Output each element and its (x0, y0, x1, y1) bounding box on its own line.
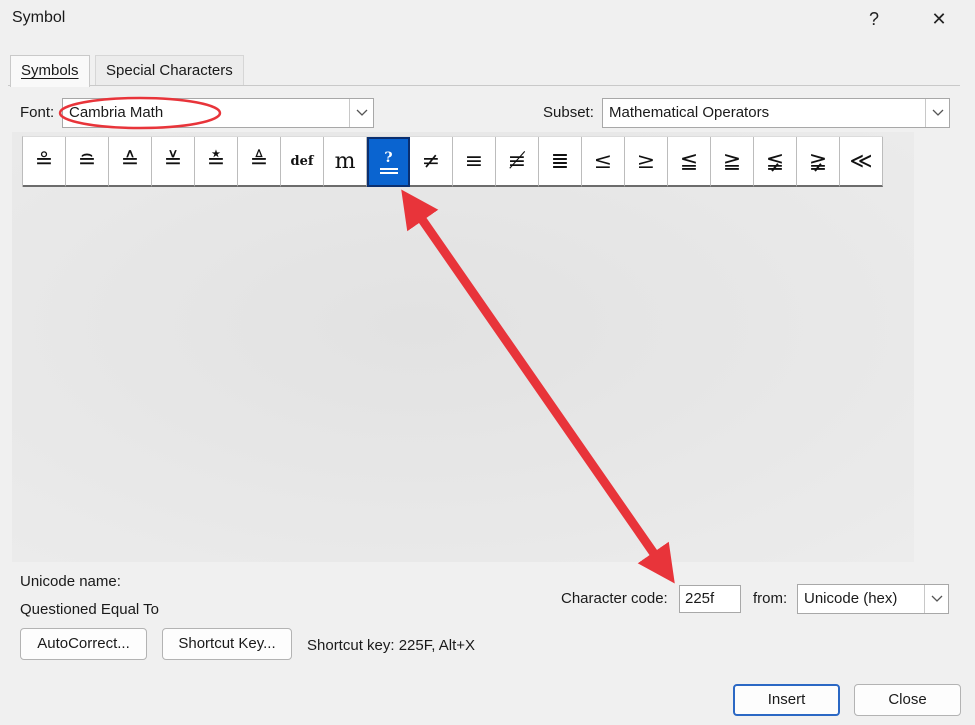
symbol-cell[interactable]: ≡ (453, 137, 496, 187)
font-label: Font: (20, 104, 55, 121)
symbol-cell[interactable]: m (324, 137, 367, 187)
character-code-input[interactable]: 225f (679, 585, 741, 613)
symbol-cell[interactable]: ≢ (496, 137, 539, 187)
font-select-value: Cambria Math (69, 104, 164, 121)
symbol-cell[interactable]: ≚ (152, 137, 195, 187)
symbol-cell[interactable]: ≗ (23, 137, 66, 187)
tab-symbols-label: Symbols (21, 62, 79, 79)
shortcut-key-text: Shortcut key: 225F, Alt+X (307, 637, 476, 654)
character-code-label: Character code: (561, 590, 668, 607)
autocorrect-button[interactable]: AutoCorrect... (20, 628, 147, 660)
symbol-cell[interactable]: ≤ (582, 137, 625, 187)
subset-select-value: Mathematical Operators (609, 104, 770, 121)
symbol-cell[interactable]: ≛ (195, 137, 238, 187)
chevron-down-icon[interactable] (349, 99, 373, 127)
symbol-cell[interactable]: ≜ (238, 137, 281, 187)
symbol-cell[interactable]: ≙ (109, 137, 152, 187)
from-select[interactable]: Unicode (hex) (797, 584, 949, 614)
symbol-cell[interactable]: ≠ (410, 137, 453, 187)
close-window-button[interactable]: ✕ (922, 6, 956, 32)
symbol-grid-row[interactable]: ≗ ≘ ≙ ≚ ≛ ≜ def m? ≠ ≡ ≢ ≣ ≤ ≥ ≦ ≧ ≨ ≩ ≪ (22, 136, 883, 187)
symbol-cell[interactable]: ≩ (797, 137, 840, 187)
close-button[interactable]: Close (854, 684, 961, 716)
subset-label: Subset: (543, 104, 594, 121)
symbol-cell[interactable]: def (281, 137, 324, 187)
help-button[interactable]: ? (857, 6, 891, 32)
from-label: from: (753, 590, 788, 607)
symbol-cell[interactable]: ≧ (711, 137, 754, 187)
chevron-down-icon[interactable] (924, 585, 948, 613)
selected-symbol-equals (379, 167, 398, 174)
unicode-name-label: Unicode name: (20, 573, 121, 590)
shortcut-key-button[interactable]: Shortcut Key... (162, 628, 292, 660)
symbol-cell[interactable]: ≨ (754, 137, 797, 187)
symbol-cell[interactable]: ≘ (66, 137, 109, 187)
tab-symbols[interactable]: Symbols (10, 55, 90, 87)
symbol-cell-selected[interactable]: ? (367, 137, 410, 187)
from-select-value: Unicode (hex) (804, 590, 898, 607)
subset-select[interactable]: Mathematical Operators (602, 98, 950, 128)
symbol-cell[interactable]: ≪ (840, 137, 883, 187)
chevron-down-icon[interactable] (925, 99, 949, 127)
insert-button[interactable]: Insert (733, 684, 840, 716)
tab-special-characters-label: Special Characters (106, 62, 233, 79)
symbol-grid-area[interactable] (12, 132, 914, 562)
close-icon: ✕ (931, 9, 947, 29)
font-select[interactable]: Cambria Math (62, 98, 374, 128)
symbol-cell[interactable]: ≦ (668, 137, 711, 187)
tab-special-characters[interactable]: Special Characters (95, 55, 244, 85)
window-title: Symbol (12, 9, 66, 26)
symbol-cell[interactable]: ≣ (539, 137, 582, 187)
unicode-name-value: Questioned Equal To (20, 601, 159, 618)
symbol-cell[interactable]: ≥ (625, 137, 668, 187)
